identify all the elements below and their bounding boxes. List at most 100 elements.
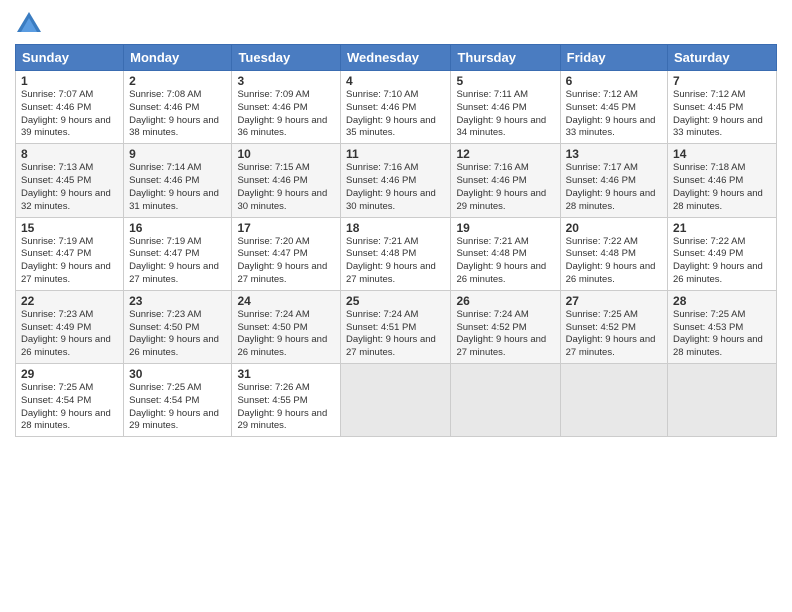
day-number: 22 [21, 294, 118, 308]
calendar-week-5: 29Sunrise: 7:25 AMSunset: 4:54 PMDayligh… [16, 364, 777, 437]
day-info: Sunrise: 7:16 AMSunset: 4:46 PMDaylight:… [456, 162, 546, 211]
col-header-sunday: Sunday [16, 45, 124, 71]
calendar-cell: 11Sunrise: 7:16 AMSunset: 4:46 PMDayligh… [341, 144, 451, 217]
day-info: Sunrise: 7:17 AMSunset: 4:46 PMDaylight:… [566, 162, 656, 211]
calendar-cell: 18Sunrise: 7:21 AMSunset: 4:48 PMDayligh… [341, 217, 451, 290]
day-info: Sunrise: 7:25 AMSunset: 4:52 PMDaylight:… [566, 309, 656, 358]
day-info: Sunrise: 7:19 AMSunset: 4:47 PMDaylight:… [129, 236, 219, 285]
day-number: 2 [129, 74, 226, 88]
day-info: Sunrise: 7:25 AMSunset: 4:54 PMDaylight:… [129, 382, 219, 431]
calendar-cell: 26Sunrise: 7:24 AMSunset: 4:52 PMDayligh… [451, 290, 560, 363]
calendar-cell [668, 364, 777, 437]
day-number: 1 [21, 74, 118, 88]
day-info: Sunrise: 7:10 AMSunset: 4:46 PMDaylight:… [346, 89, 436, 138]
calendar-cell: 10Sunrise: 7:15 AMSunset: 4:46 PMDayligh… [232, 144, 341, 217]
day-number: 4 [346, 74, 445, 88]
calendar-cell: 28Sunrise: 7:25 AMSunset: 4:53 PMDayligh… [668, 290, 777, 363]
day-number: 8 [21, 147, 118, 161]
day-info: Sunrise: 7:12 AMSunset: 4:45 PMDaylight:… [566, 89, 656, 138]
day-number: 7 [673, 74, 771, 88]
calendar-cell: 30Sunrise: 7:25 AMSunset: 4:54 PMDayligh… [124, 364, 232, 437]
day-number: 17 [237, 221, 335, 235]
day-info: Sunrise: 7:22 AMSunset: 4:49 PMDaylight:… [673, 236, 763, 285]
day-info: Sunrise: 7:23 AMSunset: 4:50 PMDaylight:… [129, 309, 219, 358]
col-header-wednesday: Wednesday [341, 45, 451, 71]
calendar-cell: 5Sunrise: 7:11 AMSunset: 4:46 PMDaylight… [451, 71, 560, 144]
day-number: 30 [129, 367, 226, 381]
day-info: Sunrise: 7:25 AMSunset: 4:53 PMDaylight:… [673, 309, 763, 358]
day-info: Sunrise: 7:25 AMSunset: 4:54 PMDaylight:… [21, 382, 111, 431]
day-number: 18 [346, 221, 445, 235]
calendar-week-4: 22Sunrise: 7:23 AMSunset: 4:49 PMDayligh… [16, 290, 777, 363]
day-number: 3 [237, 74, 335, 88]
calendar-cell [341, 364, 451, 437]
calendar-cell: 21Sunrise: 7:22 AMSunset: 4:49 PMDayligh… [668, 217, 777, 290]
calendar-cell: 6Sunrise: 7:12 AMSunset: 4:45 PMDaylight… [560, 71, 667, 144]
day-info: Sunrise: 7:09 AMSunset: 4:46 PMDaylight:… [237, 89, 327, 138]
day-info: Sunrise: 7:18 AMSunset: 4:46 PMDaylight:… [673, 162, 763, 211]
calendar-cell [451, 364, 560, 437]
calendar-cell [560, 364, 667, 437]
page: SundayMondayTuesdayWednesdayThursdayFrid… [0, 0, 792, 612]
calendar-cell: 8Sunrise: 7:13 AMSunset: 4:45 PMDaylight… [16, 144, 124, 217]
day-info: Sunrise: 7:24 AMSunset: 4:52 PMDaylight:… [456, 309, 546, 358]
day-number: 29 [21, 367, 118, 381]
calendar-cell: 4Sunrise: 7:10 AMSunset: 4:46 PMDaylight… [341, 71, 451, 144]
logo [15, 10, 45, 38]
calendar-cell: 17Sunrise: 7:20 AMSunset: 4:47 PMDayligh… [232, 217, 341, 290]
day-info: Sunrise: 7:20 AMSunset: 4:47 PMDaylight:… [237, 236, 327, 285]
calendar-header-row: SundayMondayTuesdayWednesdayThursdayFrid… [16, 45, 777, 71]
day-info: Sunrise: 7:07 AMSunset: 4:46 PMDaylight:… [21, 89, 111, 138]
day-number: 16 [129, 221, 226, 235]
day-info: Sunrise: 7:19 AMSunset: 4:47 PMDaylight:… [21, 236, 111, 285]
day-info: Sunrise: 7:13 AMSunset: 4:45 PMDaylight:… [21, 162, 111, 211]
day-info: Sunrise: 7:12 AMSunset: 4:45 PMDaylight:… [673, 89, 763, 138]
day-number: 26 [456, 294, 554, 308]
calendar-cell: 3Sunrise: 7:09 AMSunset: 4:46 PMDaylight… [232, 71, 341, 144]
calendar-cell: 20Sunrise: 7:22 AMSunset: 4:48 PMDayligh… [560, 217, 667, 290]
day-info: Sunrise: 7:14 AMSunset: 4:46 PMDaylight:… [129, 162, 219, 211]
day-number: 20 [566, 221, 662, 235]
day-number: 14 [673, 147, 771, 161]
calendar-cell: 27Sunrise: 7:25 AMSunset: 4:52 PMDayligh… [560, 290, 667, 363]
calendar-cell: 22Sunrise: 7:23 AMSunset: 4:49 PMDayligh… [16, 290, 124, 363]
calendar-cell: 23Sunrise: 7:23 AMSunset: 4:50 PMDayligh… [124, 290, 232, 363]
day-number: 21 [673, 221, 771, 235]
calendar-cell: 15Sunrise: 7:19 AMSunset: 4:47 PMDayligh… [16, 217, 124, 290]
calendar-cell: 14Sunrise: 7:18 AMSunset: 4:46 PMDayligh… [668, 144, 777, 217]
day-number: 15 [21, 221, 118, 235]
day-info: Sunrise: 7:22 AMSunset: 4:48 PMDaylight:… [566, 236, 656, 285]
day-number: 12 [456, 147, 554, 161]
col-header-tuesday: Tuesday [232, 45, 341, 71]
day-number: 25 [346, 294, 445, 308]
calendar: SundayMondayTuesdayWednesdayThursdayFrid… [15, 44, 777, 437]
calendar-week-2: 8Sunrise: 7:13 AMSunset: 4:45 PMDaylight… [16, 144, 777, 217]
calendar-cell: 31Sunrise: 7:26 AMSunset: 4:55 PMDayligh… [232, 364, 341, 437]
col-header-thursday: Thursday [451, 45, 560, 71]
calendar-cell: 7Sunrise: 7:12 AMSunset: 4:45 PMDaylight… [668, 71, 777, 144]
day-info: Sunrise: 7:24 AMSunset: 4:50 PMDaylight:… [237, 309, 327, 358]
day-number: 10 [237, 147, 335, 161]
calendar-cell: 9Sunrise: 7:14 AMSunset: 4:46 PMDaylight… [124, 144, 232, 217]
calendar-week-1: 1Sunrise: 7:07 AMSunset: 4:46 PMDaylight… [16, 71, 777, 144]
calendar-cell: 13Sunrise: 7:17 AMSunset: 4:46 PMDayligh… [560, 144, 667, 217]
day-info: Sunrise: 7:26 AMSunset: 4:55 PMDaylight:… [237, 382, 327, 431]
calendar-cell: 2Sunrise: 7:08 AMSunset: 4:46 PMDaylight… [124, 71, 232, 144]
day-info: Sunrise: 7:21 AMSunset: 4:48 PMDaylight:… [456, 236, 546, 285]
day-info: Sunrise: 7:08 AMSunset: 4:46 PMDaylight:… [129, 89, 219, 138]
day-number: 13 [566, 147, 662, 161]
day-number: 19 [456, 221, 554, 235]
day-info: Sunrise: 7:11 AMSunset: 4:46 PMDaylight:… [456, 89, 546, 138]
day-info: Sunrise: 7:24 AMSunset: 4:51 PMDaylight:… [346, 309, 436, 358]
day-info: Sunrise: 7:21 AMSunset: 4:48 PMDaylight:… [346, 236, 436, 285]
day-info: Sunrise: 7:15 AMSunset: 4:46 PMDaylight:… [237, 162, 327, 211]
day-number: 11 [346, 147, 445, 161]
header [15, 10, 777, 38]
calendar-cell: 25Sunrise: 7:24 AMSunset: 4:51 PMDayligh… [341, 290, 451, 363]
day-number: 5 [456, 74, 554, 88]
logo-icon [15, 10, 43, 38]
day-info: Sunrise: 7:23 AMSunset: 4:49 PMDaylight:… [21, 309, 111, 358]
day-number: 24 [237, 294, 335, 308]
col-header-friday: Friday [560, 45, 667, 71]
calendar-week-3: 15Sunrise: 7:19 AMSunset: 4:47 PMDayligh… [16, 217, 777, 290]
